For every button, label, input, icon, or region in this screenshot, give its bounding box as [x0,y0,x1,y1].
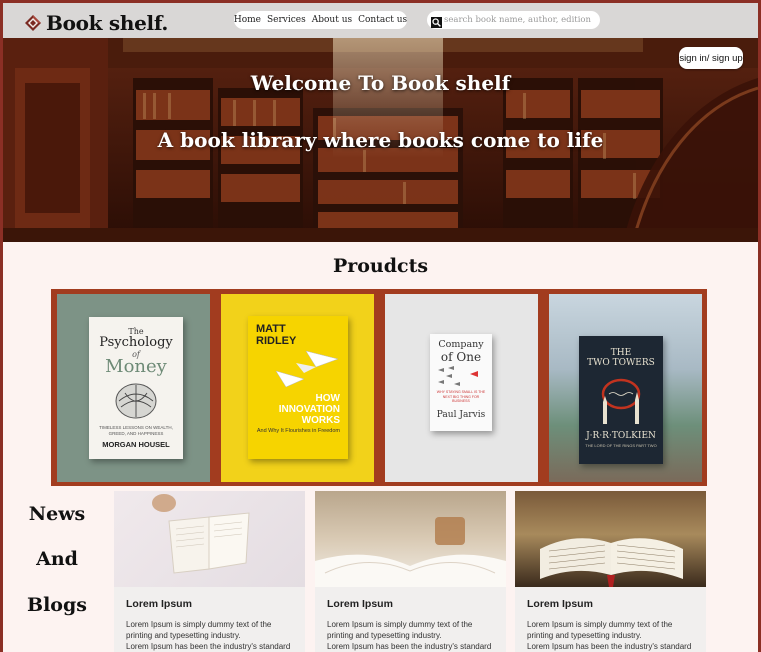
book-cover: THE TWO TOWERS J·R·R·TOLKIEN THE LORD OF… [579,336,663,464]
book-cover: MATT RIDLEY HOW INNOVATION WORKS And Why… [248,316,348,459]
products-strip: The Psychology of Money TIMELESS LESSONS… [51,289,707,486]
book-tagline: THE LORD OF THE RINGS PART TWO [585,443,657,448]
book-author: Paul Jarvis [436,409,486,420]
book-author: MORGAN HOUSEL [102,440,170,449]
logo[interactable]: Book shelf. [24,13,168,33]
book-cover: Company of One WHY STAYING SMALL IS THE … [430,334,492,431]
book-author: J·R·R·TOLKIEN [586,431,656,441]
news-heading-word: And [36,548,78,570]
book-title-line: Company [438,339,484,350]
nav-contact-us[interactable]: Contact us [358,15,407,25]
brain-illustration-icon [115,383,157,419]
blog-card-image [315,491,506,587]
book-tagline: TIMELESS LESSONS ON WEALTH, GREED, AND H… [99,425,173,436]
open-book-image-icon [315,517,506,587]
book-title-line: WORKS [301,415,340,426]
book-tagline: WHY STAYING SMALL IS THE NEXT BIG THING … [436,390,486,403]
hero-title: Welcome To Book shelf [250,71,511,95]
book-title-line: INNOVATION [278,404,340,415]
open-bible-image-icon [540,538,683,587]
nav-services[interactable]: Services [267,15,306,25]
page-frame: Book shelf. Home Services About us Conta… [3,3,758,652]
blog-card-text: Lorem Ipsum is simply dummy text of the … [527,620,673,640]
book-title-line: HOW [315,393,340,404]
hero-subtitle: A book library where books come to life [157,128,604,152]
book-title-line: of One [440,350,482,364]
main-nav: Home Services About us Contact us [234,11,407,29]
blog-card-text: Lorem Ipsum is simply dummy text of the … [126,620,272,640]
blog-card-title: Lorem Ipsum [327,598,393,610]
search-icon[interactable] [431,15,442,28]
product-how-innovation-works[interactable]: MATT RIDLEY HOW INNOVATION WORKS And Why… [221,294,374,482]
blog-card-body: Lorem Ipsum Lorem Ipsum is simply dummy … [515,587,706,652]
hero-banner: Welcome To Book shelf A book library whe… [3,38,758,242]
search-input[interactable] [444,15,594,25]
nav-about-us[interactable]: About us [312,15,352,25]
blog-card-title: Lorem Ipsum [126,598,192,610]
top-header: Book shelf. Home Services About us Conta… [3,3,758,38]
sign-in-button[interactable]: sign in/ sign up [679,47,743,69]
nav-home[interactable]: Home [234,15,261,25]
blog-card-text: Lorem Ipsum has been the industry's stan… [527,642,692,651]
book-logo-icon [24,14,42,32]
book-author-line: MATT [256,323,286,335]
product-the-two-towers[interactable]: THE TWO TOWERS J·R·R·TOLKIEN THE LORD OF… [549,294,702,482]
blog-card-title: Lorem Ipsum [527,598,593,610]
book-title-line: Money [105,356,167,377]
blog-card-text: Lorem Ipsum has been the industry's stan… [126,642,291,651]
book-author-line: RIDLEY [256,335,297,347]
blog-card-text: Lorem Ipsum has been the industry's stan… [327,642,492,651]
book-tagline: And Why It Flourishes in Freedom [256,428,340,434]
book-title-line: Psychology [99,335,173,350]
book-title-line: THE [610,348,632,358]
search-bar [427,11,600,29]
logo-text: Book shelf. [46,11,169,35]
news-heading-word: News [28,503,86,525]
products-heading: Proudcts [332,255,429,277]
blog-card-body: Lorem Ipsum Lorem Ipsum is simply dummy … [315,587,506,652]
fish-school-illustration-icon [438,366,478,386]
blog-card[interactable]: Lorem Ipsum Lorem Ipsum is simply dummy … [114,491,305,652]
open-book-image-icon [152,494,250,574]
product-company-of-one[interactable]: Company of One WHY STAYING SMALL IS THE … [385,294,538,482]
blog-card-image [515,491,706,587]
blog-card[interactable]: Lorem Ipsum Lorem Ipsum is simply dummy … [515,491,706,652]
paper-plane-illustration-icon [275,350,339,388]
product-psychology-of-money[interactable]: The Psychology of Money TIMELESS LESSONS… [57,294,210,482]
news-heading-word: Blogs [27,594,87,616]
ring-towers-illustration-icon [601,378,641,424]
blog-card[interactable]: Lorem Ipsum Lorem Ipsum is simply dummy … [315,491,506,652]
book-title-line: TWO TOWERS [587,358,655,368]
book-cover: The Psychology of Money TIMELESS LESSONS… [89,317,183,459]
blog-card-image [114,491,305,587]
blog-card-text: Lorem Ipsum is simply dummy text of the … [327,620,473,640]
blog-card-body: Lorem Ipsum Lorem Ipsum is simply dummy … [114,587,305,652]
